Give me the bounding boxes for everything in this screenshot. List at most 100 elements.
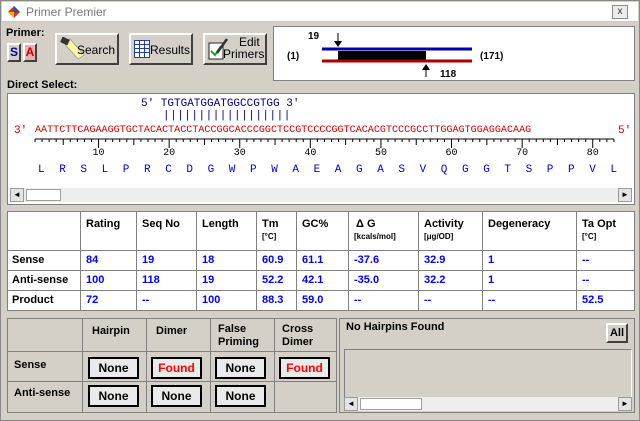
table-cell: 60.9 [262,254,284,266]
antisense-false-priming-result-button[interactable]: None [215,385,266,407]
table-cell: -- [488,294,496,306]
table-cell: 59.0 [302,294,324,306]
amino-acid: R [144,164,151,176]
direct-select-label: Direct Select: [7,79,78,91]
amino-acid: P [250,164,257,176]
table-cell: -- [582,254,590,266]
table-cell: -37.6 [354,254,380,266]
table-cell: 61.1 [302,254,324,266]
hairpin-scroll-left-arrow-icon[interactable]: ◄ [344,397,358,411]
sense-toggle-button[interactable]: S [7,43,21,62]
check-header-cross: Cross [282,323,314,335]
hairpin-horizontal-scrollbar[interactable]: ◄ ► [344,397,632,411]
ruler-label: 70 [516,148,529,159]
sense-hairpin-result-button[interactable]: None [88,357,139,379]
hairpin-detail-panel: No Hairpins Found All ◄ ► [339,318,635,413]
table-cell: 84 [86,254,99,266]
amino-acid: G [207,164,215,176]
amino-acid: A [334,164,342,176]
header-degeneracy: Degeneracy [488,218,551,230]
table-cell: 19 [142,254,155,266]
seq-5prime-label: 5' [618,125,632,137]
table-cell: 100 [202,294,221,306]
amino-acid: P [546,164,554,176]
amino-acid: V [419,164,427,176]
hairpin-scroll-right-arrow-icon[interactable]: ► [618,397,632,411]
antisense-hairpin-result-button[interactable]: None [88,385,139,407]
table-cell: 72 [86,294,99,306]
table-cell: 1 [488,274,495,286]
table-cell: 118 [142,274,160,286]
scroll-right-arrow-icon[interactable]: ► [618,188,632,202]
table-cell: 88.3 [262,294,284,306]
amino-acid: L [38,164,45,176]
sequence-panel[interactable]: 5' TGTGATGGATGGCCGTGG 3' |||||||||||||||… [7,93,635,205]
sequence-horizontal-scrollbar[interactable]: ◄ ► [10,188,632,202]
primer-sequence-line: 5' TGTGATGGATGGCCGTGG 3' [141,98,300,110]
check-header-hairpin: Hairpin [92,325,130,337]
check-row-sense-label: Sense [14,359,47,371]
table-cell: -35.0 [354,274,380,286]
amplified-region [338,51,426,60]
primer-checks-panel: Hairpin Dimer False Priming Cross Dimer … [7,318,337,413]
ruler-label: 30 [233,148,246,159]
header-gc: GC% [302,218,329,230]
header-activity: Activity [424,218,464,230]
amino-acid: L [101,164,109,176]
antisense-position-label: 118 [440,69,457,80]
header-tm: Tm [262,218,279,230]
antisense-arrow-icon [422,64,430,70]
amino-acid: W [271,164,278,176]
close-button[interactable]: x [612,5,628,19]
table-icon [134,40,150,58]
amino-acid: S [525,164,533,176]
ruler-label: 80 [586,148,599,159]
table-row-label: Product [12,294,54,306]
check-row-antisense-label: Anti-sense [14,387,71,399]
results-button[interactable]: Results [129,33,193,65]
primer-premier-window: Primer Premier x Primer: S A Search Resu… [0,0,640,421]
amino-acid: P [568,164,575,176]
table-row-label: Anti-sense [12,274,69,286]
cross-dimer-result-button[interactable]: Found [279,357,330,379]
header-delta-g-unit: [kcals/mol] [354,232,396,241]
seq-3prime-label: 3' [14,125,28,137]
sense-dimer-result-button[interactable]: Found [151,357,202,379]
header-length: Length [202,218,239,230]
amino-acid: G [462,164,469,176]
scroll-left-arrow-icon[interactable]: ◄ [10,188,24,202]
amino-acid: P [122,164,130,176]
table-cell: 100 [86,274,105,286]
header-seq-no: Seq No [142,218,180,230]
table-row-label: Sense [12,254,45,266]
amino-acid: G [356,164,363,176]
table-cell: 42.1 [302,274,324,286]
check-header-dimer: Dimer [156,325,188,337]
amino-acid: E [313,164,321,176]
table-cell: 19 [202,274,215,286]
amino-acid: A [377,164,384,176]
window-title: Primer Premier [26,5,107,19]
antisense-dimer-result-button[interactable]: None [151,385,202,407]
amino-acid: D [186,164,193,176]
amino-acid: A [292,164,299,176]
antisense-toggle-button[interactable]: A [23,43,37,62]
template-sequence: AATTCTTCAGAAGGTGCTACACTACCTACCGGCACCCGGC… [35,125,532,136]
edit-label-line2: Primers [223,47,265,61]
hairpin-scroll-thumb[interactable] [360,398,422,410]
table-cell: 18 [202,254,215,266]
edit-primers-button[interactable]: Edit Primers [203,33,267,65]
results-label: Results [150,43,191,57]
check-header-priming: Priming [218,336,259,348]
ruler-label: 10 [92,148,105,159]
sense-false-priming-result-button[interactable]: None [215,357,266,379]
all-button[interactable]: All [606,323,628,343]
title-bar: Primer Premier x [2,2,638,22]
table-cell: 32.9 [424,254,446,266]
hairpin-message: No Hairpins Found [346,321,445,333]
scroll-thumb[interactable] [26,189,61,201]
table-cell: 1 [488,254,495,266]
match-bars: |||||||||||||||||| [163,110,291,122]
search-button[interactable]: Search [55,33,119,65]
header-ta-opt: Ta Opt [582,218,617,230]
